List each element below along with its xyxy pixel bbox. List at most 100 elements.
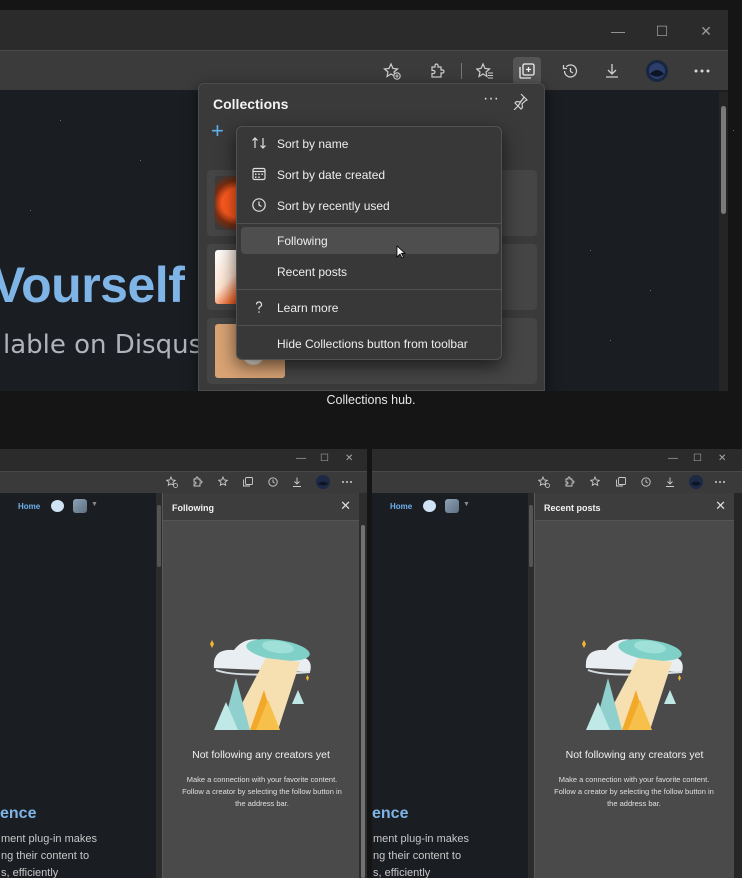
menu-item-label: Learn more: [277, 301, 339, 315]
web-page: Home ▼ ence ment plug-in makes ng their …: [372, 493, 532, 878]
user-avatar[interactable]: [445, 499, 459, 513]
calendar-icon: [251, 166, 267, 182]
nav-home-link[interactable]: Home: [390, 502, 412, 511]
profile-avatar[interactable]: [689, 475, 703, 489]
sort-icon: [251, 135, 267, 151]
profile-avatar[interactable]: [643, 57, 671, 85]
collections-icon[interactable]: [513, 57, 541, 85]
favorites-icon[interactable]: [471, 57, 499, 85]
close-button[interactable]: ✕: [345, 453, 353, 464]
browser-toolbar: [372, 471, 742, 493]
title-bar: — ☐ ✕: [372, 449, 742, 471]
maximize-button[interactable]: ☐: [652, 22, 672, 42]
chat-bubble-icon[interactable]: [423, 500, 436, 512]
collections-more-button[interactable]: ···: [481, 91, 501, 112]
user-avatar[interactable]: [73, 499, 87, 513]
chevron-down-icon[interactable]: ▼: [463, 501, 470, 508]
section-body: ment plug-in makes ng their content to s…: [373, 831, 469, 878]
browser-window-recent-posts: — ☐ ✕ Home ▼ ence ment plug-in makes ng …: [372, 449, 742, 878]
browser-window: — ☐ ✕ Vourself lable on Disqus Collectio…: [0, 10, 728, 391]
favorites-add-icon[interactable]: [538, 476, 550, 488]
menu-item-recent-posts[interactable]: Recent posts: [241, 258, 499, 285]
more-icon[interactable]: [341, 476, 353, 488]
scrollbar-thumb[interactable]: [721, 106, 726, 214]
favorites-icon[interactable]: [218, 476, 230, 488]
section-heading: ence: [0, 805, 37, 822]
menu-item-sort-by-date[interactable]: Sort by date created: [241, 161, 499, 188]
menu-item-label: Recent posts: [277, 265, 348, 279]
history-icon[interactable]: [267, 476, 279, 488]
menu-item-label: Sort by recently used: [277, 199, 390, 213]
more-icon[interactable]: [714, 476, 726, 488]
menu-item-sort-by-name[interactable]: Sort by name: [241, 130, 499, 157]
close-button[interactable]: ✕: [718, 453, 726, 464]
empty-state-illustration: [582, 639, 683, 730]
title-bar: — ☐ ✕: [0, 10, 728, 50]
toolbar-separator: [461, 63, 462, 79]
browser-toolbar: [0, 471, 367, 493]
section-body: ment plug-in makes ng their content to s…: [1, 831, 97, 878]
collections-icon[interactable]: [615, 476, 627, 488]
downloads-icon[interactable]: [664, 476, 676, 488]
favorites-add-icon[interactable]: [166, 476, 178, 488]
menu-separator: [237, 289, 501, 290]
nav-home-link[interactable]: Home: [18, 502, 40, 511]
web-page: Home ▼ ence ment plug-in makes ng their …: [0, 493, 160, 878]
section-heading: ence: [372, 805, 409, 822]
menu-item-sort-by-recent[interactable]: Sort by recently used: [241, 192, 499, 219]
extensions-icon[interactable]: [424, 57, 452, 85]
collections-title: Collections: [213, 96, 289, 112]
profile-avatar[interactable]: [316, 475, 330, 489]
chevron-down-icon[interactable]: ▼: [91, 501, 98, 508]
history-icon[interactable]: [640, 476, 652, 488]
menu-separator: [237, 223, 501, 224]
recent-posts-pane: Recent posts ✕ Not following any creator…: [534, 493, 734, 878]
empty-state-title: Not following any creators yet: [565, 749, 704, 761]
menu-separator: [237, 325, 501, 326]
menu-item-label: Sort by name: [277, 137, 349, 151]
empty-state-description: Make a connection with your favorite con…: [554, 775, 714, 808]
page-scrollbar[interactable]: [719, 92, 728, 391]
following-pane: Following ✕ Not following any creators y…: [162, 493, 359, 878]
favorites-icon[interactable]: [590, 476, 602, 488]
maximize-button[interactable]: ☐: [320, 453, 329, 464]
pane-title: Recent posts: [544, 503, 601, 513]
collections-menu: Sort by name Sort by date created Sort b…: [236, 126, 502, 360]
menu-item-learn-more[interactable]: Learn more: [241, 294, 499, 321]
menu-item-following[interactable]: Following: [241, 227, 499, 254]
scrollbar-thumb[interactable]: [157, 505, 161, 567]
close-pane-button[interactable]: ✕: [715, 498, 726, 514]
scrollbar-thumb[interactable]: [529, 505, 533, 567]
more-icon[interactable]: [688, 57, 716, 85]
hero-title: Vourself: [0, 257, 185, 313]
favorites-add-icon[interactable]: [378, 57, 406, 85]
close-button[interactable]: ✕: [696, 22, 716, 42]
hero-subtitle: lable on Disqus: [3, 330, 203, 360]
pin-icon[interactable]: [511, 92, 531, 112]
empty-state-illustration: [210, 639, 311, 730]
menu-item-label: Sort by date created: [277, 168, 386, 182]
empty-state-description: Make a connection with your favorite con…: [182, 775, 342, 808]
extensions-icon[interactable]: [564, 476, 576, 488]
close-pane-button[interactable]: ✕: [340, 498, 351, 514]
pane-header: Recent posts ✕: [535, 493, 734, 521]
figure-caption: Collections hub.: [326, 393, 416, 407]
extensions-icon[interactable]: [192, 476, 204, 488]
add-collection-button[interactable]: +: [211, 120, 224, 142]
menu-item-hide-collections[interactable]: Hide Collections button from toolbar: [241, 330, 499, 357]
body-line: ment plug-in makes: [1, 833, 97, 845]
chat-bubble-icon[interactable]: [51, 500, 64, 512]
menu-item-label: Following: [277, 234, 328, 248]
collections-icon[interactable]: [242, 476, 254, 488]
title-bar: — ☐ ✕: [0, 449, 367, 471]
pane-scrollbar[interactable]: [359, 493, 367, 878]
downloads-icon[interactable]: [598, 57, 626, 85]
minimize-button[interactable]: —: [668, 453, 678, 464]
minimize-button[interactable]: —: [296, 453, 306, 464]
downloads-icon[interactable]: [291, 476, 303, 488]
history-icon[interactable]: [556, 57, 584, 85]
scrollbar-thumb[interactable]: [361, 525, 365, 878]
minimize-button[interactable]: —: [608, 22, 628, 42]
clock-icon: [251, 197, 267, 213]
maximize-button[interactable]: ☐: [693, 453, 702, 464]
